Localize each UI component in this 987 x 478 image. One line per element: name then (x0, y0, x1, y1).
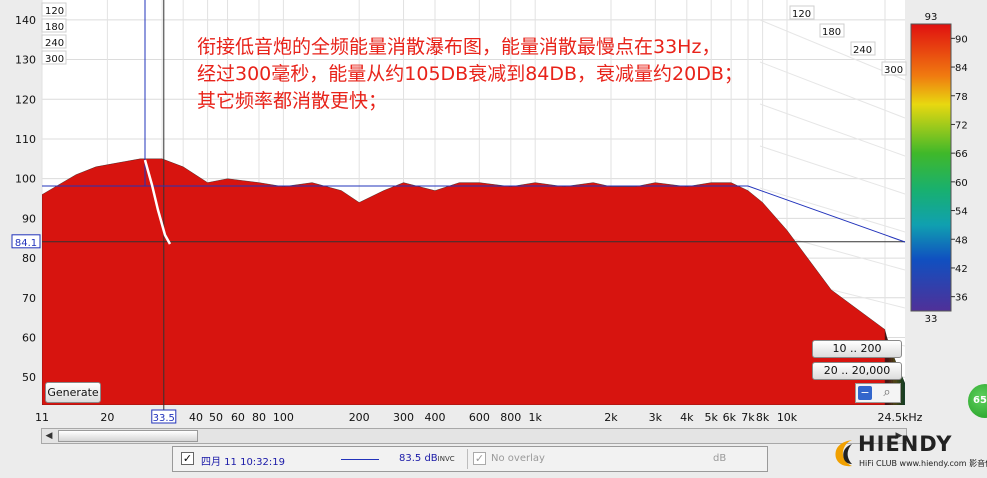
x-tick-label: 5k (705, 411, 719, 424)
x-tick-label: 2k (604, 411, 618, 424)
x-tick-label: 80 (252, 411, 266, 424)
x-tick-label: 4k (680, 411, 694, 424)
generate-button[interactable]: Generate (45, 382, 101, 403)
time-label-right: 240 (853, 45, 872, 56)
scroll-thumb[interactable] (58, 430, 198, 442)
series-line-swatch (341, 459, 379, 460)
x-tick-label: 20 (100, 411, 114, 424)
cursor-level-label: 84.1 (15, 238, 37, 249)
scroll-left-arrow-icon[interactable]: ◀ (42, 429, 56, 443)
x-tick-label: 400 (424, 411, 445, 424)
color-scale-tick-label: 54 (955, 207, 968, 218)
color-scale-tick-label: 66 (955, 149, 968, 160)
time-label-left: 120 (45, 6, 64, 17)
time-label-right: 300 (884, 65, 903, 76)
color-scale-tick-label: 36 (955, 293, 968, 304)
x-tick-label: 800 (500, 411, 521, 424)
cursor-freq-label: 33.5 (153, 413, 175, 424)
y-tick-label: 120 (15, 93, 36, 106)
color-scale-tick-label: 90 (955, 34, 968, 45)
x-tick-label: 200 (349, 411, 370, 424)
measurement-value: 83.5 dBINVC (399, 453, 455, 464)
color-scale-tick-label: 84 (955, 63, 968, 74)
overlay-db-label: dB (713, 453, 727, 464)
annotation-line-2: 经过300毫秒，能量从约105DB衰减到84DB，衰减量约20DB； (197, 63, 743, 85)
x-tick-label: 60 (231, 411, 245, 424)
time-label-left: 180 (45, 22, 64, 33)
color-scale-tick-label: 78 (955, 92, 968, 103)
y-tick-label: 90 (22, 212, 36, 225)
x-tick-label: 600 (469, 411, 490, 424)
x-axis: 11203405060801002003004006008001k2k3k4k6… (35, 409, 923, 424)
color-scale-tick-label: 72 (955, 120, 968, 131)
x-tick-label: 40 (189, 411, 203, 424)
x-tick-label: 300 (393, 411, 414, 424)
x-tick-label: 10k (777, 411, 798, 424)
x-tick-label: 3k (649, 411, 663, 424)
color-scale-bar: 93 33 90 84 78 72 66 60 54 48 42 36 (910, 12, 968, 325)
annotation-line-1: 衔接低音炮的全频能量消散瀑布图，能量消散最慢点在33Hz， (197, 36, 721, 58)
color-scale-tick-label: 42 (955, 264, 968, 275)
logo-subtitle: HiFi CLUB www.hiendy.com 影音俱樂部 (859, 459, 987, 468)
y-tick-label: 110 (15, 133, 36, 146)
color-scale-tick-label: 48 (955, 235, 968, 246)
overlay-checkbox[interactable]: ✓ (473, 452, 486, 465)
y-tick-label: 130 (15, 54, 36, 67)
x-tick-label: 24.5kHz (878, 411, 923, 424)
measurement-unit: INVC (437, 455, 455, 463)
x-tick-label: 11 (35, 411, 49, 424)
x-tick-label: 8k (756, 411, 770, 424)
range-20-20000-button[interactable]: 20 .. 20,000 (812, 362, 902, 380)
x-tick-label: 7k (741, 411, 755, 424)
annotation-line-3: 其它频率都消散更快； (197, 90, 388, 112)
y-tick-label: 80 (22, 252, 36, 265)
color-gradient (910, 23, 952, 312)
x-tick-label: 1k (529, 411, 543, 424)
hiendy-logo: HIENDY HiFi CLUB www.hiendy.com 影音俱樂部 (832, 432, 987, 476)
color-scale-max-label: 93 (925, 12, 938, 23)
x-tick-label: 50 (209, 411, 223, 424)
logo-name: HIENDY (858, 432, 953, 456)
time-label-left: 240 (45, 38, 64, 49)
measurement-date: 四月 11 10:32:19 (201, 457, 285, 468)
y-tick-label: 140 (15, 14, 36, 27)
x-tick-label: 6k (723, 411, 737, 424)
x-tick-label: 100 (273, 411, 294, 424)
range-10-200-button[interactable]: 10 .. 200 (812, 340, 902, 358)
horizontal-scrollbar[interactable]: ◀ ▶ (41, 428, 907, 444)
measurement-checkbox[interactable]: ✓ (181, 452, 194, 465)
measurement-legend: ✓ 四月 11 10:32:19 83.5 dBINVC ✓ No overla… (172, 446, 768, 472)
time-label-left: 300 (45, 54, 64, 65)
color-scale-tick-label: 60 (955, 178, 968, 189)
y-tick-label: 60 (22, 332, 36, 345)
y-tick-label: 100 (15, 173, 36, 186)
color-scale-min-label: 33 (925, 314, 938, 325)
zoom-out-icon[interactable]: − (858, 386, 872, 400)
legend-divider (467, 449, 468, 469)
y-tick-label: 70 (22, 292, 36, 305)
y-tick-label: 50 (22, 371, 36, 384)
overlay-label: No overlay (491, 453, 545, 464)
hiendy-mark-icon (835, 440, 852, 467)
y-axis: 140 130 120 110 100 90 80 70 60 50 84.1 (11, 14, 41, 384)
zoom-in-icon[interactable]: ⌕ (880, 386, 894, 400)
measurement-value-text: 83.5 dB (399, 453, 438, 464)
annotation-text: 衔接低音炮的全频能量消散瀑布图，能量消散最慢点在33Hz， 经过300毫秒，能量… (197, 34, 797, 115)
time-label-right: 180 (822, 27, 841, 38)
time-label-right: 120 (792, 9, 811, 20)
